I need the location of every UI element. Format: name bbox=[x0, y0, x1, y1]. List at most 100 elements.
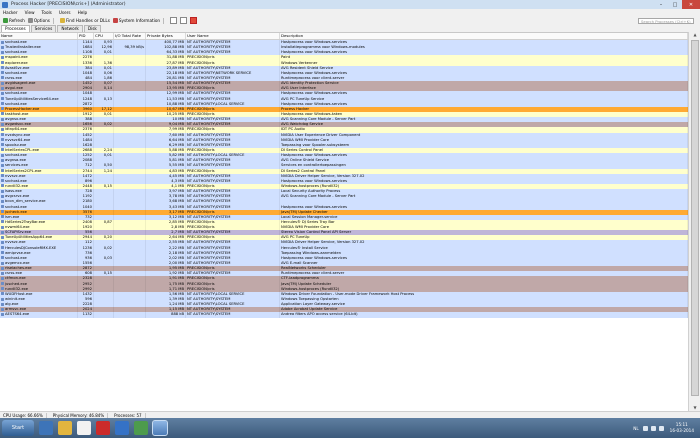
process-icon bbox=[1, 271, 4, 275]
volume-icon[interactable] bbox=[658, 425, 664, 431]
process-name: svchost.exe bbox=[5, 255, 27, 260]
process-name: AvastSvc.exe bbox=[5, 65, 30, 70]
menu-help[interactable]: Help bbox=[78, 10, 88, 15]
search-input[interactable]: Search Processes (Ctrl+K) bbox=[638, 17, 694, 24]
language-indicator[interactable]: NL bbox=[633, 426, 638, 431]
avg-icon[interactable] bbox=[134, 421, 148, 435]
process-icon bbox=[1, 215, 4, 219]
internet-explorer-icon[interactable] bbox=[39, 421, 53, 435]
process-icon bbox=[1, 122, 4, 126]
cell-io bbox=[114, 312, 146, 318]
process-name: lsm.exe bbox=[5, 214, 20, 219]
process-icon bbox=[1, 163, 4, 167]
menu-tools[interactable]: Tools bbox=[42, 10, 52, 15]
menu-bar: Hacker View Tools Users Help bbox=[0, 9, 700, 16]
menu-hacker[interactable]: Hacker bbox=[3, 10, 18, 15]
column-header-io[interactable]: I/O Total Rate bbox=[114, 33, 146, 39]
tab-services[interactable]: Services bbox=[30, 25, 57, 32]
refresh-icon bbox=[3, 18, 8, 23]
cell-pid: 1132 bbox=[78, 312, 94, 318]
process-hacker-icon[interactable] bbox=[115, 421, 129, 435]
options-label: Options bbox=[33, 18, 50, 23]
maximize-button[interactable]: □ bbox=[668, 0, 682, 9]
scroll-thumb[interactable] bbox=[691, 40, 699, 396]
process-name: svchost.exe bbox=[5, 91, 27, 96]
process-name: bcon_dim_service.exe bbox=[5, 199, 46, 204]
close-button[interactable]: ✕ bbox=[682, 0, 700, 9]
process-name: explorer.exe bbox=[5, 60, 28, 65]
process-name: alg.exe bbox=[5, 302, 19, 307]
process-icon bbox=[1, 153, 4, 157]
network-icon[interactable] bbox=[650, 425, 656, 431]
system-information-label: System Information bbox=[118, 18, 161, 23]
acrobat-icon[interactable] bbox=[96, 421, 110, 435]
column-header-name[interactable]: Name bbox=[0, 33, 78, 39]
process-icon bbox=[1, 66, 4, 70]
tab-processes[interactable]: Processes bbox=[1, 25, 30, 32]
refresh-button[interactable]: Refresh bbox=[3, 18, 25, 23]
process-name: svchost.exe bbox=[5, 153, 27, 158]
menu-view[interactable]: View bbox=[25, 10, 35, 15]
find-handles-button[interactable]: Find Handles or DLLs bbox=[60, 18, 110, 23]
process-icon bbox=[1, 220, 4, 224]
process-icon bbox=[1, 179, 4, 183]
system-information-button[interactable]: System Information bbox=[112, 18, 161, 23]
process-icon bbox=[1, 266, 4, 270]
column-header-cpu[interactable]: CPU bbox=[94, 33, 114, 39]
options-button[interactable]: Options bbox=[27, 18, 50, 23]
process-icon bbox=[1, 210, 4, 214]
process-icon bbox=[1, 194, 4, 198]
process-name: svchost.exe bbox=[5, 204, 27, 209]
process-name: avgidsagent.exe bbox=[5, 81, 36, 86]
graph-icon bbox=[112, 18, 118, 23]
process-icon bbox=[1, 230, 4, 234]
process-icon bbox=[1, 102, 4, 106]
column-header-pid[interactable]: PID bbox=[78, 33, 94, 39]
process-icon bbox=[1, 86, 4, 90]
process-icon bbox=[1, 189, 4, 193]
process-icon bbox=[1, 148, 4, 152]
table-row[interactable]: AESTS64.exe 1132 888 kB NT AUTHORITY\SYSTEM… bbox=[0, 312, 688, 318]
paint-icon[interactable] bbox=[152, 420, 168, 436]
folder-icon[interactable] bbox=[58, 421, 72, 435]
cell-desc: Andrea filters APO access service (64-bi… bbox=[280, 312, 688, 318]
process-icon bbox=[1, 138, 4, 142]
properties-icon[interactable] bbox=[180, 17, 188, 24]
process-name: services.exe bbox=[5, 163, 28, 168]
process-icon bbox=[1, 256, 4, 260]
process-name: nvwmi64.exe bbox=[5, 225, 30, 230]
column-header-description[interactable]: Description bbox=[280, 33, 688, 39]
process-icon bbox=[1, 169, 4, 173]
process-name: ctfmon.exe bbox=[5, 276, 26, 281]
process-name: WUDFHost.exe bbox=[5, 291, 33, 296]
terminate-icon[interactable] bbox=[190, 17, 198, 24]
process-icon bbox=[1, 287, 4, 291]
process-icon bbox=[1, 307, 4, 311]
start-button[interactable]: Start bbox=[2, 420, 34, 436]
process-name: nvvsvc.exe bbox=[5, 173, 26, 178]
process-name: avgnsx.exe bbox=[5, 117, 26, 122]
column-header-private-bytes[interactable]: Private Bytes bbox=[146, 33, 186, 39]
process-icon bbox=[1, 50, 4, 54]
process-name: svchost.exe bbox=[5, 40, 27, 44]
process-name: avgui.exe bbox=[5, 86, 23, 91]
column-header-user-name[interactable]: User Name bbox=[186, 33, 280, 39]
scroll-up-arrow-icon[interactable]: ▲ bbox=[689, 32, 700, 38]
process-name: armsvc.exe bbox=[5, 307, 27, 312]
tray-icon[interactable] bbox=[642, 425, 648, 431]
tab-disk[interactable]: Disk bbox=[83, 25, 101, 32]
process-name: svchost.exe bbox=[5, 178, 27, 183]
process-name: TrustedInstaller.exe bbox=[5, 45, 41, 50]
tab-network[interactable]: Network bbox=[57, 25, 83, 32]
menu-users[interactable]: Users bbox=[59, 10, 71, 15]
process-name: nvvsvc64.exe bbox=[5, 137, 31, 142]
process-icon bbox=[1, 225, 4, 229]
clock[interactable]: 15:11 16-03-2014 bbox=[670, 422, 694, 434]
vertical-scrollbar[interactable]: ▲ ▼ bbox=[688, 32, 700, 411]
media-player-icon[interactable] bbox=[77, 421, 91, 435]
process-name: rundll32.exe bbox=[5, 286, 28, 291]
process-icon bbox=[1, 312, 4, 316]
table-header: Name PID CPU I/O Total Rate Private Byte… bbox=[0, 33, 688, 40]
window-icon[interactable] bbox=[170, 17, 178, 24]
minimize-button[interactable]: – bbox=[654, 0, 668, 9]
